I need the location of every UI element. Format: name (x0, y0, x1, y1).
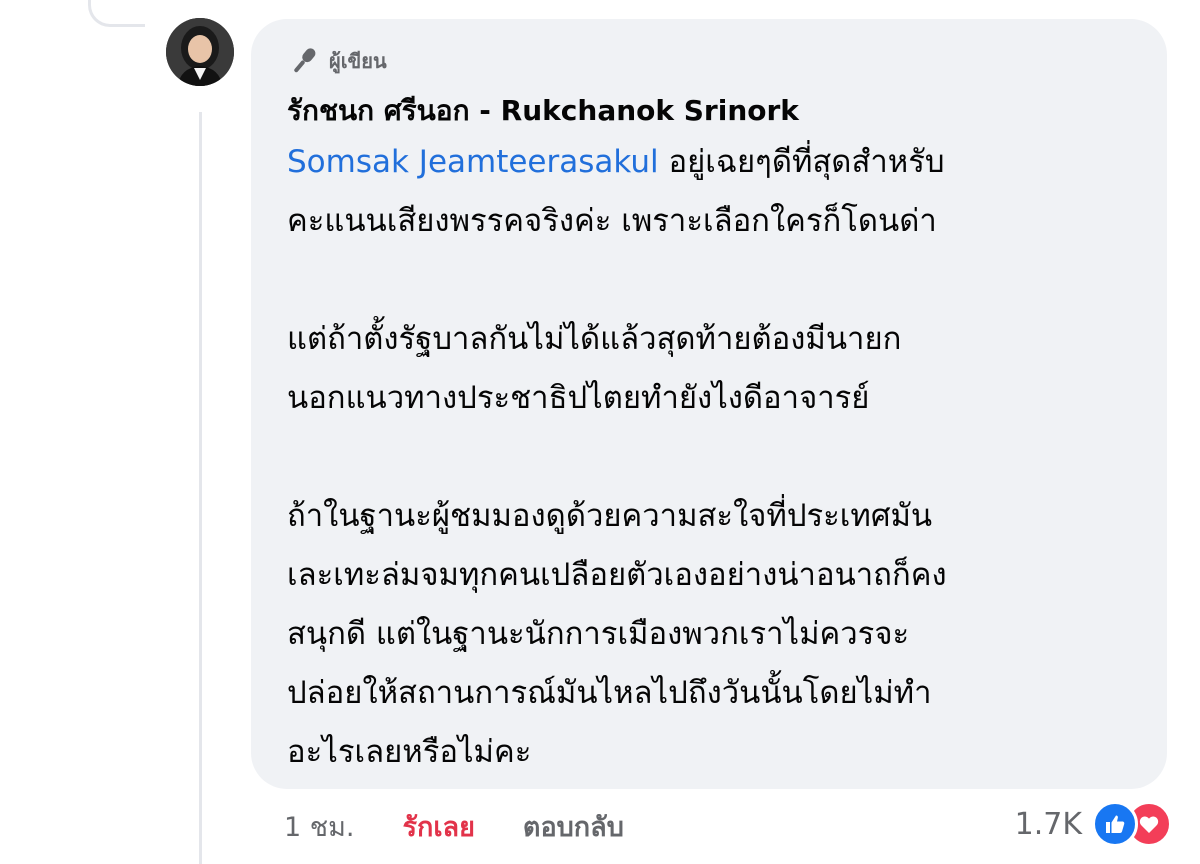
microphone-icon (287, 44, 321, 78)
author-badge[interactable]: ผู้เขียน (287, 41, 1137, 81)
comment-line: เละเทะล่มจมทุกคนเปลือยตัวเองอย่างน่าอนาถ… (287, 557, 947, 593)
comment-text: Somsak Jeamteerasakul อยู่เฉยๆดีที่สุดสำ… (287, 133, 1137, 782)
like-icon (1092, 801, 1138, 847)
mention-link[interactable]: Somsak Jeamteerasakul (287, 144, 659, 180)
avatar[interactable] (166, 18, 234, 86)
author-badge-label: ผู้เขียน (329, 49, 387, 73)
comment-line: คะแนนเสียงพรรคจริงค่ะ เพราะเลือกใครก็โดน… (287, 203, 937, 239)
reply-thread-line (199, 112, 202, 864)
comment-line-text: อยู่เฉยๆดีที่สุดสำหรับ (658, 144, 945, 180)
comment-line: ถ้าในฐานะผู้ชมมองดูด้วยความสะใจที่ประเทศ… (287, 498, 933, 534)
comment-line: Somsak Jeamteerasakul อยู่เฉยๆดีที่สุดสำ… (287, 133, 1137, 192)
reply-button[interactable]: ตอบกลับ (523, 805, 624, 848)
thread-connector-line (88, 0, 145, 27)
comment-line: สนุกดี แต่ในฐานะนักการเมืองพวกเราไม่ควรจ… (287, 616, 910, 652)
reaction-summary[interactable]: 1.7K (1015, 800, 1172, 848)
comment-line: แต่ถ้าตั้งรัฐบาลกันไม่ได้แล้วสุดท้ายต้อง… (287, 321, 902, 357)
comment-line: ปล่อยให้สถานการณ์มันไหลไปถึงวันนั้นโดยไม… (287, 675, 932, 711)
reaction-count: 1.7K (1014, 806, 1082, 842)
comment-line: อะไรเลยหรือไม่คะ (287, 734, 532, 770)
comment-bubble: ผู้เขียน รักชนก ศรีนอก - Rukchanok Srino… (251, 19, 1167, 789)
comment-author-name[interactable]: รักชนก ศรีนอก - Rukchanok Srinork (287, 91, 1137, 131)
love-reaction-button[interactable]: รักเลย (402, 805, 474, 848)
comment-line: นอกแนวทางประชาธิปไตยทำยังไงดีอาจารย์ (287, 380, 870, 416)
comment-timestamp[interactable]: 1 ชม. (284, 805, 354, 848)
avatar-image (166, 18, 234, 86)
comment-actions: 1 ชม. รักเลย ตอบกลับ (284, 802, 624, 850)
